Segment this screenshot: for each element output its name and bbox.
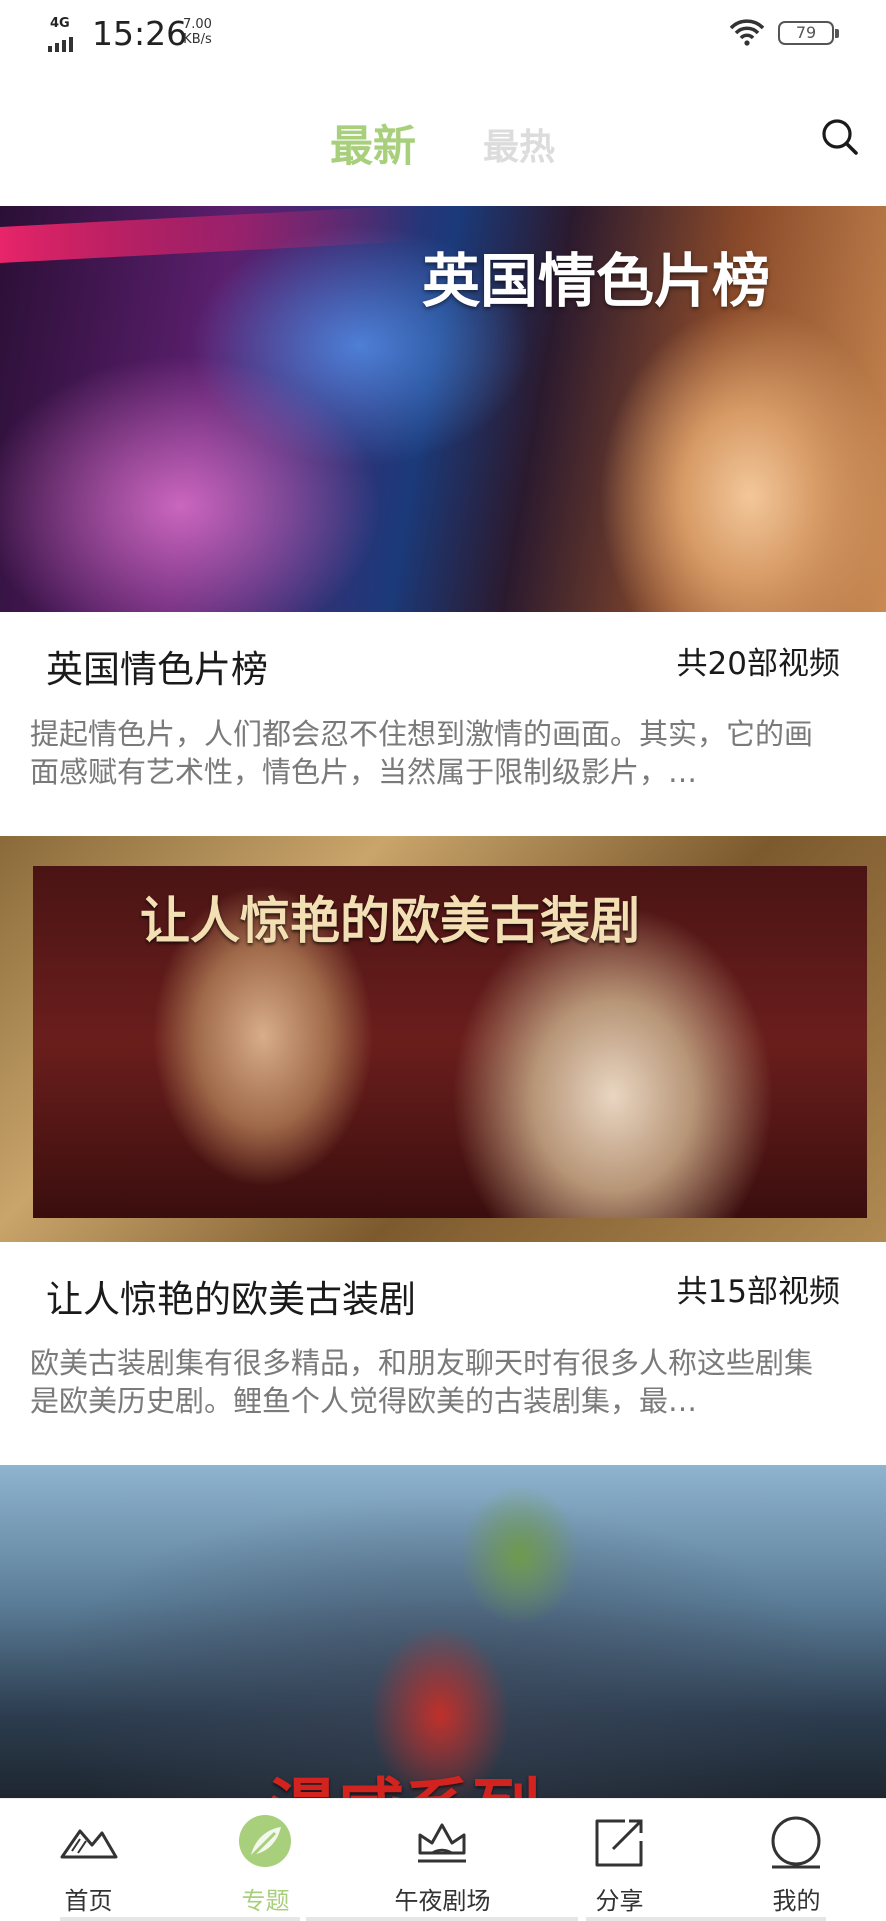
- nav-profile[interactable]: 我的: [708, 1799, 885, 1921]
- banner-title: 让人惊艳的欧美古装剧: [140, 892, 640, 950]
- bottom-navigation: 首页 专题 午夜剧场 分享 我的: [0, 1798, 886, 1921]
- status-time: 15:26: [92, 14, 188, 53]
- nav-home[interactable]: 首页: [0, 1799, 177, 1921]
- crown-icon: [418, 1823, 466, 1863]
- cellular-signal-icon: 4G: [48, 16, 86, 52]
- nav-share[interactable]: 分享: [531, 1799, 708, 1921]
- nav-topic[interactable]: 专题: [177, 1799, 354, 1921]
- topic-banner-image[interactable]: 让人惊艳的欧美古装剧: [0, 836, 886, 1242]
- nav-label: 首页: [64, 1887, 113, 1915]
- share-icon: [595, 1819, 643, 1867]
- topic-video-count: 共15部视频: [676, 1274, 840, 1310]
- banner-title: 英国情色片榜: [422, 247, 771, 315]
- status-bar: 4G 15:26 7.00 KB/s 79: [0, 0, 886, 70]
- topic-title: 让人惊艳的欧美古装剧: [46, 1278, 416, 1321]
- nav-label: 我的: [772, 1887, 821, 1915]
- battery-icon: 79: [778, 21, 839, 45]
- nav-label: 分享: [595, 1887, 644, 1915]
- mountains-icon: [60, 1829, 118, 1859]
- topic-leaf-icon: [239, 1815, 291, 1867]
- network-speed: 7.00 KB/s: [183, 17, 212, 47]
- topic-card[interactable]: 让人惊艳的欧美古装剧 让人惊艳的欧美古装剧 共15部视频 欧美古装剧集有很多精品…: [0, 836, 886, 1456]
- search-icon[interactable]: [818, 115, 862, 159]
- nav-midnight-theater[interactable]: 午夜剧场: [354, 1799, 531, 1921]
- profile-icon: [771, 1816, 821, 1869]
- nav-label: 专题: [241, 1887, 290, 1915]
- network-type: 4G: [50, 16, 70, 31]
- banner-title: 漫威系列: [268, 1755, 540, 1798]
- topic-video-count: 共20部视频: [676, 646, 840, 682]
- topic-description: 欧美古装剧集有很多精品，和朋友聊天时有很多人称这些剧集是欧美历史剧。鲤鱼个人觉得…: [30, 1346, 814, 1418]
- speed-value: 7.00: [183, 17, 212, 32]
- topic-card[interactable]: 英国情色片榜 英国情色片榜 共20部视频 提起情色片，人们都会忍不住想到激情的画…: [0, 206, 886, 826]
- nav-divider: [60, 1917, 300, 1921]
- speed-unit: KB/s: [183, 32, 212, 47]
- tab-latest[interactable]: 最新: [330, 112, 416, 174]
- nav-label: 午夜剧场: [394, 1887, 491, 1915]
- topic-description: 提起情色片，人们都会忍不住想到激情的画面。其实，它的画面感赋有艺术性，情色片，当…: [30, 717, 814, 789]
- topic-banner-image[interactable]: 英国情色片榜: [0, 206, 886, 612]
- nav-divider: [586, 1917, 826, 1921]
- nav-divider: [306, 1917, 578, 1921]
- topic-card[interactable]: 漫威系列: [0, 1465, 886, 1798]
- topic-banner-image[interactable]: 漫威系列: [0, 1465, 886, 1798]
- battery-level: 79: [795, 23, 817, 42]
- tab-hot[interactable]: 最热: [483, 118, 555, 170]
- topic-title: 英国情色片榜: [46, 648, 268, 691]
- wifi-icon: [729, 19, 765, 46]
